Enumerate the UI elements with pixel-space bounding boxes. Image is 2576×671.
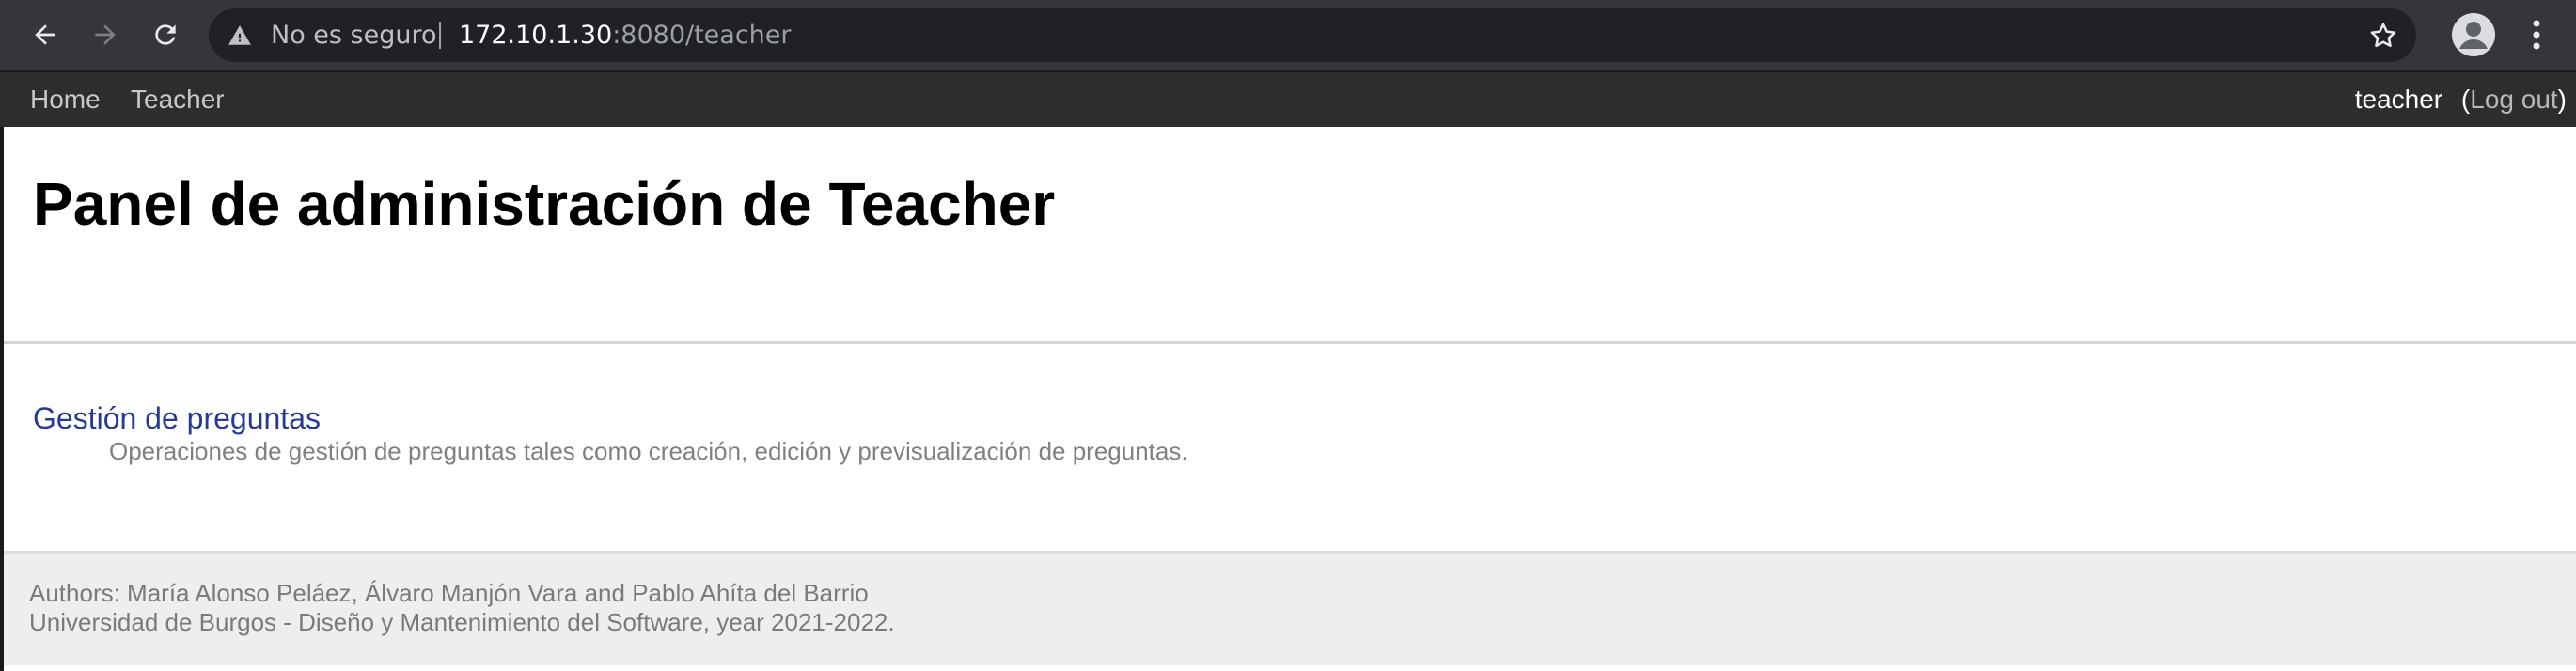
logout-open-paren: ( bbox=[2460, 85, 2471, 114]
reload-icon[interactable] bbox=[143, 12, 188, 57]
security-status-label[interactable]: No es seguro bbox=[271, 8, 437, 62]
site-nav-bar: Home Teacher teacher (Log out) bbox=[0, 70, 2576, 127]
profile-avatar-icon[interactable] bbox=[2452, 13, 2495, 56]
title-divider bbox=[4, 341, 2576, 344]
address-bar[interactable]: No es seguro 172.10.1.30:8080/teacher bbox=[209, 8, 2416, 62]
forward-arrow-icon[interactable] bbox=[83, 12, 128, 57]
url-path: :8080/teacher bbox=[612, 21, 792, 50]
star-icon[interactable] bbox=[2367, 20, 2399, 52]
user-info: teacher (Log out) bbox=[2355, 72, 2567, 127]
nav-home-link[interactable]: Home bbox=[30, 72, 101, 127]
module-description: Operaciones de gestión de preguntas tale… bbox=[109, 437, 1188, 465]
browser-toolbar: No es seguro 172.10.1.30:8080/teacher bbox=[0, 0, 2576, 70]
address-separator bbox=[439, 22, 441, 49]
page-title: Panel de administración de Teacher bbox=[33, 170, 1056, 238]
page-footer: Authors: María Alonso Peláez, Álvaro Man… bbox=[4, 551, 2576, 665]
footer-authors: Authors: María Alonso Peláez, Álvaro Man… bbox=[29, 579, 869, 607]
module-link-gestion-preguntas[interactable]: Gestión de preguntas bbox=[33, 401, 321, 436]
warning-triangle-icon[interactable] bbox=[228, 23, 252, 48]
url-host: 172.10.1.30 bbox=[459, 21, 613, 50]
logout-link[interactable]: Log out bbox=[2470, 85, 2557, 114]
kebab-menu-icon[interactable] bbox=[2520, 16, 2553, 54]
logout-close-paren: ) bbox=[2557, 85, 2567, 114]
nav-teacher-link[interactable]: Teacher bbox=[131, 72, 225, 127]
url-text[interactable]: 172.10.1.30:8080/teacher bbox=[459, 8, 792, 62]
back-arrow-icon[interactable] bbox=[23, 12, 68, 57]
username-label: teacher bbox=[2354, 85, 2443, 114]
footer-university: Universidad de Burgos - Diseño y Manteni… bbox=[29, 608, 895, 636]
